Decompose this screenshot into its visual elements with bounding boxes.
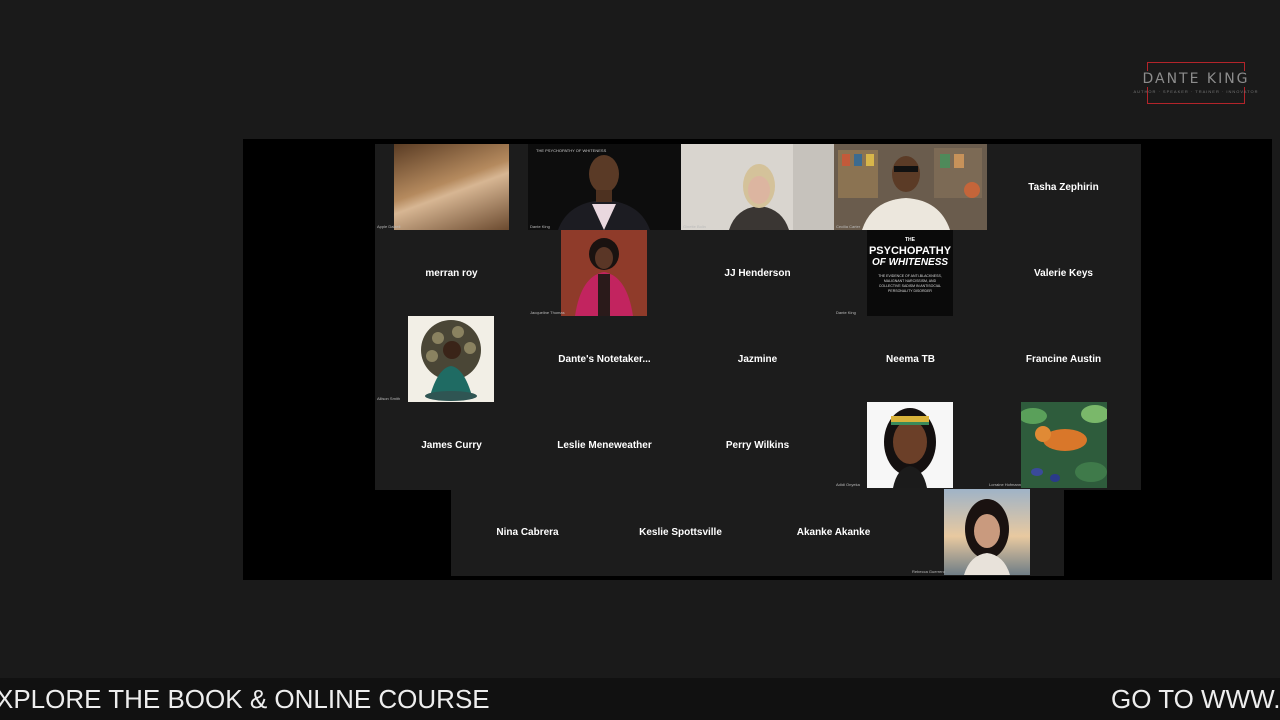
participant-name: Keslie Spottsville <box>639 526 722 538</box>
glasses-video-figure <box>834 144 987 230</box>
participant-tile-apple[interactable]: Apple Dalzell <box>375 144 528 230</box>
participant-video <box>834 144 987 230</box>
participant-caption: Ginette Bolin <box>683 224 706 229</box>
book-cover-title-line2: OF WHITENESS <box>871 257 949 268</box>
headband-video-figure <box>867 402 953 488</box>
participant-caption: Adidi Onyeka <box>836 482 860 487</box>
participant-tile-notetaker[interactable]: Dante's Notetaker... <box>528 316 681 402</box>
participant-name: Tasha Zephirin <box>1028 181 1099 193</box>
participant-tile-headband[interactable]: Adidi Onyeka <box>834 402 987 488</box>
participant-video <box>1019 402 1109 488</box>
participant-video <box>867 402 953 488</box>
participant-tile-jacqueline[interactable]: Jacqueline Thomas <box>528 230 681 316</box>
participant-name: Neema TB <box>886 353 935 365</box>
participant-name: Francine Austin <box>1025 353 1102 365</box>
participant-video <box>681 144 834 230</box>
dante-book-label: THE PSYCHOPATHY OF WHITENESS <box>536 148 607 153</box>
gallery-grid: Apple Dalzell THE PSYCHOPATHY OF WHITENE… <box>375 144 1141 490</box>
dante-video-figure <box>528 144 681 230</box>
participant-tile-tiger[interactable]: Lorraine Hofmann <box>987 402 1140 488</box>
participant-video <box>408 316 494 402</box>
book-cover-image: THE PSYCHOPATHY OF WHITENESS THE EVIDENC… <box>867 230 953 316</box>
participant-name: Nina Cabrera <box>496 526 559 538</box>
participant-tile-blonde[interactable]: Ginette Bolin <box>681 144 834 230</box>
participant-name: Jazmine <box>737 353 778 365</box>
participant-video <box>561 230 647 316</box>
bottom-video-figure <box>944 489 1030 575</box>
participant-video <box>394 144 509 230</box>
participant-tile-bottom[interactable]: Rebecca Guerrero <box>910 489 1063 575</box>
participant-name: Valerie Keys <box>1034 267 1093 279</box>
participant-caption: Allison Smith <box>377 396 401 401</box>
afro-art-figure <box>408 316 494 402</box>
participant-tile-merran[interactable]: merran roy <box>375 230 528 316</box>
participant-tile-keslie[interactable]: Keslie Spottsville <box>604 489 757 575</box>
participant-tile-francine[interactable]: Francine Austin <box>987 316 1140 402</box>
participant-name: Perry Wilkins <box>725 439 790 451</box>
book-cover-title-line1: PSYCHOPATHY <box>868 245 952 257</box>
participant-tile-jazmine[interactable]: Jazmine <box>681 316 834 402</box>
participant-caption: Cecilia Carter <box>836 224 861 229</box>
participant-tile-book[interactable]: THE PSYCHOPATHY OF WHITENESS THE EVIDENC… <box>834 230 987 316</box>
book-cover-subtitle: THE EVIDENCE OF ANTI-BLACKNESS, MALIGNAN… <box>878 274 942 293</box>
participant-caption: Rebecca Guerrero <box>912 569 945 574</box>
participant-tile-nina[interactable]: Nina Cabrera <box>451 489 604 575</box>
participant-tile-dante[interactable]: THE PSYCHOPATHY OF WHITENESS Dante King <box>528 144 681 230</box>
participant-video <box>944 489 1030 575</box>
participant-tile-glasses[interactable]: Cecilia Carter <box>834 144 987 230</box>
participant-caption: Apple Dalzell <box>377 224 401 229</box>
participant-name: Akanke Akanke <box>796 526 871 538</box>
logo-tagline: AUTHOR · SPEAKER · TRAINER · INNOVATOR <box>1133 89 1259 94</box>
participant-name: Leslie Meneweather <box>557 439 652 451</box>
participant-name: James Curry <box>421 439 482 451</box>
book-cover-the: THE <box>905 237 915 243</box>
participant-caption: Dante King <box>836 310 856 315</box>
participant-tile-jj[interactable]: JJ Henderson <box>681 230 834 316</box>
blonde-video-figure <box>681 144 834 230</box>
participant-video: THE PSYCHOPATHY OF WHITENESS <box>528 144 681 230</box>
participant-caption: Lorraine Hofmann <box>989 482 1022 487</box>
participant-name: Dante's Notetaker... <box>558 353 651 365</box>
participant-tile-tasha[interactable]: Tasha Zephirin <box>987 144 1140 230</box>
participant-caption: Jacqueline Thomas <box>530 310 565 315</box>
participant-tile-james[interactable]: James Curry <box>375 402 528 488</box>
participant-tile-perry[interactable]: Perry Wilkins <box>681 402 834 488</box>
logo-name: DANTE KING <box>1139 71 1253 87</box>
participant-tile-valerie[interactable]: Valerie Keys <box>987 230 1140 316</box>
gallery-grid-bottom-row: Nina Cabrera Keslie Spottsville Akanke A… <box>451 489 1064 576</box>
participant-name: JJ Henderson <box>724 267 791 279</box>
participant-caption: Dante King <box>530 224 550 229</box>
participant-tile-neema[interactable]: Neema TB <box>834 316 987 402</box>
jacqueline-video-figure <box>561 230 647 316</box>
dante-king-logo: DANTE KING AUTHOR · SPEAKER · TRAINER · … <box>1130 62 1262 106</box>
participant-name: merran roy <box>425 267 478 279</box>
participant-tile-akanke[interactable]: Akanke Akanke <box>757 489 910 575</box>
ticker-right-text: GO TO WWW.D <box>1111 684 1280 714</box>
tiger-art-figure <box>1019 402 1109 488</box>
participant-tile-afro[interactable]: Allison Smith <box>375 316 528 402</box>
participant-tile-leslie[interactable]: Leslie Meneweather <box>528 402 681 488</box>
ticker-left-text: XPLORE THE BOOK & ONLINE COURSE <box>0 684 490 714</box>
ticker-banner: XPLORE THE BOOK & ONLINE COURSE GO TO WW… <box>0 678 1280 720</box>
